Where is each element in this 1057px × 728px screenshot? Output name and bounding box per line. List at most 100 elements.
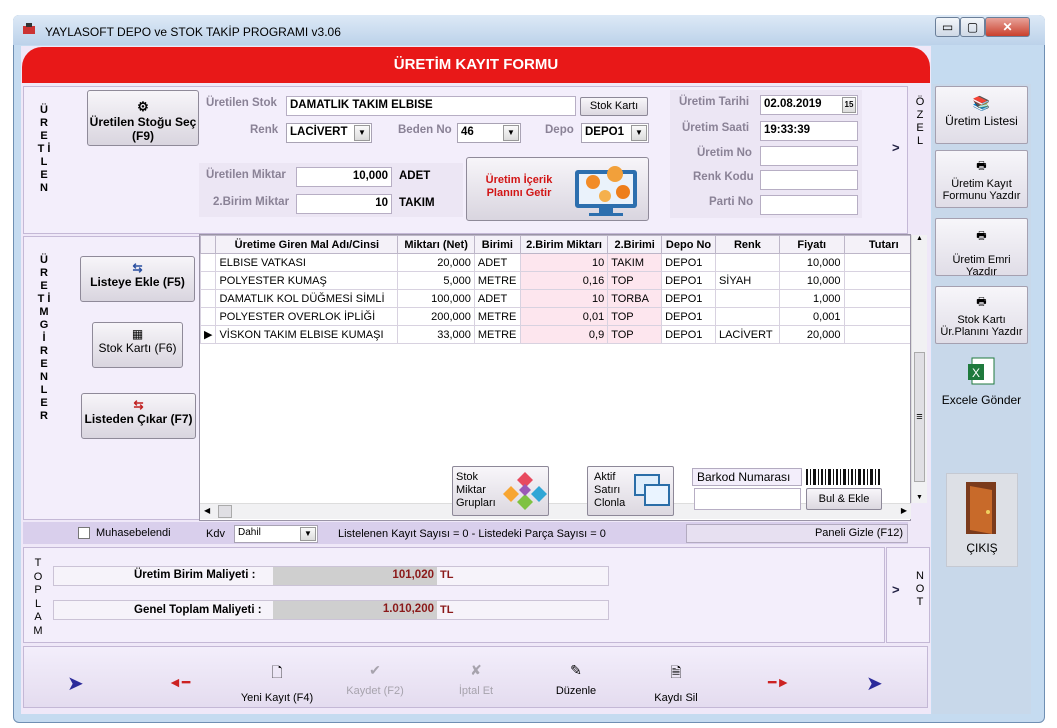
table-cell[interactable]: 10 — [519, 253, 609, 272]
table-cell[interactable]: SİYAH — [714, 271, 780, 290]
hscroll-thumb[interactable] — [218, 505, 232, 518]
table-cell[interactable]: 20,000 — [778, 325, 845, 344]
table-cell[interactable]: 10,000 — [778, 271, 845, 290]
table-cell[interactable]: 2 — [843, 253, 910, 272]
column-header[interactable]: Üretime Giren Mal Adı/Cinsi — [215, 235, 399, 254]
kdv-select[interactable]: Dahil ▼ — [234, 525, 318, 543]
close-button[interactable]: ✕ — [985, 17, 1030, 37]
table-cell[interactable]: 20,000 — [397, 253, 475, 272]
first-record-icon[interactable]: ➤ — [67, 671, 84, 696]
table-cell[interactable]: DEPO1 — [661, 325, 716, 344]
table-cell[interactable]: DEPO1 — [661, 253, 716, 272]
table-cell[interactable] — [200, 253, 217, 272]
table-row[interactable]: ▶ VİSKON TAKIM ELBISE KUMAŞI 33,000 METRE 0,… — [200, 325, 910, 344]
table-cell[interactable] — [200, 289, 217, 308]
table-cell[interactable]: TAKIM — [607, 253, 663, 272]
vertical-scrollbar[interactable]: ▲ ≡ ▼ — [911, 235, 927, 503]
kayit-formu-yazdir-button[interactable]: 🖶 Üretim Kayıt Formunu Yazdır — [935, 150, 1028, 208]
stock-card-button[interactable]: Stok Kartı — [580, 97, 648, 116]
table-row[interactable]: POLYESTER KUMAŞ 5,000 METRE 0,16 TOP DEPO1 SİY… — [200, 271, 910, 290]
next-record-icon[interactable]: ━► — [768, 674, 790, 691]
ozel-expand-button[interactable]: > — [892, 140, 900, 155]
table-cell[interactable]: ELBISE VATKASI — [215, 253, 399, 272]
maximize-button[interactable]: ▢ — [960, 17, 985, 37]
scroll-down-icon[interactable]: ▼ — [912, 494, 927, 501]
table-row[interactable]: DAMATLIK KOL DÜĞMESİ SİMLİ 100,000 ADET 10 T… — [200, 289, 910, 308]
cikis-button[interactable]: ÇIKIŞ — [946, 473, 1018, 567]
table-cell[interactable]: ADET — [473, 289, 521, 308]
iptal-button[interactable]: ✘ İptal Et — [446, 662, 506, 697]
select-stock-button[interactable]: ⚙ Üretilen Stoğu Seç (F9) — [87, 90, 199, 146]
column-header[interactable]: Tutarı — [843, 235, 910, 254]
table-cell[interactable] — [200, 307, 217, 326]
beden-select[interactable]: 46 ▼ — [457, 123, 521, 143]
table-cell[interactable]: 0,16 — [519, 271, 609, 290]
saat-field[interactable]: 19:33:39 — [760, 121, 858, 141]
horizontal-scrollbar[interactable]: ◀ ▶ — [200, 503, 911, 519]
table-cell[interactable]: LACİVERT — [714, 325, 780, 344]
minimize-button[interactable]: ▭ — [935, 17, 960, 37]
table-cell[interactable]: 0,9 — [519, 325, 609, 344]
table-cell[interactable]: METRE — [473, 271, 521, 290]
table-cell[interactable]: DAMATLIK KOL DÜĞMESİ SİMLİ — [215, 289, 399, 308]
table-cell[interactable] — [843, 307, 910, 326]
table-cell[interactable]: POLYESTER KUMAŞ — [215, 271, 399, 290]
column-header[interactable]: Depo No — [661, 235, 716, 254]
kaydet-button[interactable]: ✔ Kaydet (F2) — [340, 662, 410, 697]
parti-field[interactable] — [760, 195, 858, 215]
miktar-field[interactable]: 10,000 — [296, 167, 392, 187]
table-cell[interactable]: 1,000 — [778, 289, 845, 308]
listeden-cikar-button[interactable]: ⇆ Listeden Çıkar (F7) — [81, 393, 196, 439]
calendar-icon[interactable]: 15 — [842, 97, 856, 113]
table-cell[interactable]: 1 — [843, 289, 910, 308]
table-cell[interactable]: 0,001 — [778, 307, 845, 326]
table-cell[interactable]: DEPO1 — [661, 307, 716, 326]
birim2-field[interactable]: 10 — [296, 194, 392, 214]
column-header[interactable]: Birimi — [473, 235, 521, 254]
table-cell[interactable]: 0,01 — [519, 307, 609, 326]
table-cell[interactable]: ▶ — [200, 325, 217, 344]
uretim-listesi-button[interactable]: 📚 Üretim Listesi — [935, 86, 1028, 144]
paneli-gizle-button[interactable]: Paneli Gizle (F12) — [686, 524, 908, 543]
stock-field[interactable]: DAMATLIK TAKIM ELBISE — [286, 96, 576, 116]
table-cell[interactable]: TOP — [607, 271, 663, 290]
table-cell[interactable]: VİSKON TAKIM ELBISE KUMAŞI — [215, 325, 399, 344]
excel-gonder-button[interactable]: X Excele Gönder — [935, 356, 1028, 416]
table-cell[interactable]: METRE — [473, 325, 521, 344]
column-header[interactable]: 2.Birim Miktarı — [519, 235, 609, 254]
table-cell[interactable] — [714, 289, 780, 308]
no-field[interactable] — [760, 146, 858, 166]
aktif-clone-button[interactable]: Aktif Satırı Clonla — [587, 466, 674, 516]
stok-gruplari-button[interactable]: Stok Miktar Grupları — [452, 466, 549, 516]
table-cell[interactable] — [843, 271, 910, 290]
column-header[interactable]: 2.Birimi — [607, 235, 663, 254]
duzenle-button[interactable]: ✎ Düzenle — [546, 662, 606, 697]
table-cell[interactable]: ADET — [473, 253, 521, 272]
table-row[interactable]: ELBISE VATKASI 20,000 ADET 10 TAKIM DEPO1 10,0… — [200, 253, 910, 272]
yeni-kayit-button[interactable]: 🗋 Yeni Kayıt (F4) — [236, 662, 318, 704]
table-cell[interactable]: 10 — [519, 289, 609, 308]
uretim-emri-yazdir-button[interactable]: 🖶 Üretim Emri Yazdır — [935, 218, 1028, 278]
table-cell[interactable] — [714, 307, 780, 326]
table-cell[interactable]: DEPO1 — [661, 271, 716, 290]
listeye-ekle-button[interactable]: ⇆ Listeye Ekle (F5) — [80, 256, 195, 302]
table-cell[interactable]: 10,000 — [778, 253, 845, 272]
scroll-right-icon[interactable]: ▶ — [901, 506, 907, 515]
renk-select[interactable]: LACİVERT ▼ — [286, 123, 372, 143]
table-cell[interactable] — [200, 271, 217, 290]
stok-karti-f6-button[interactable]: ▦ Stok Kartı (F6) — [92, 322, 183, 368]
table-cell[interactable]: POLYESTER OVERLOK İPLİĞİ — [215, 307, 399, 326]
table-cell[interactable]: TOP — [607, 325, 663, 344]
scroll-left-icon[interactable]: ◀ — [204, 506, 210, 515]
prev-record-icon[interactable]: ◄━ — [168, 674, 190, 691]
bul-ekle-button[interactable]: Bul & Ekle — [806, 488, 882, 510]
column-header[interactable] — [200, 235, 217, 254]
scroll-up-icon[interactable]: ▲ — [912, 235, 927, 242]
column-header[interactable]: Fiyatı — [778, 235, 845, 254]
table-cell[interactable]: 6 — [843, 325, 910, 344]
last-record-icon[interactable]: ➤ — [866, 671, 883, 696]
barkod-input[interactable] — [694, 488, 801, 510]
scroll-thumb[interactable]: ≡ — [914, 352, 925, 482]
column-header[interactable]: Renk — [714, 235, 780, 254]
table-cell[interactable]: 200,000 — [397, 307, 475, 326]
